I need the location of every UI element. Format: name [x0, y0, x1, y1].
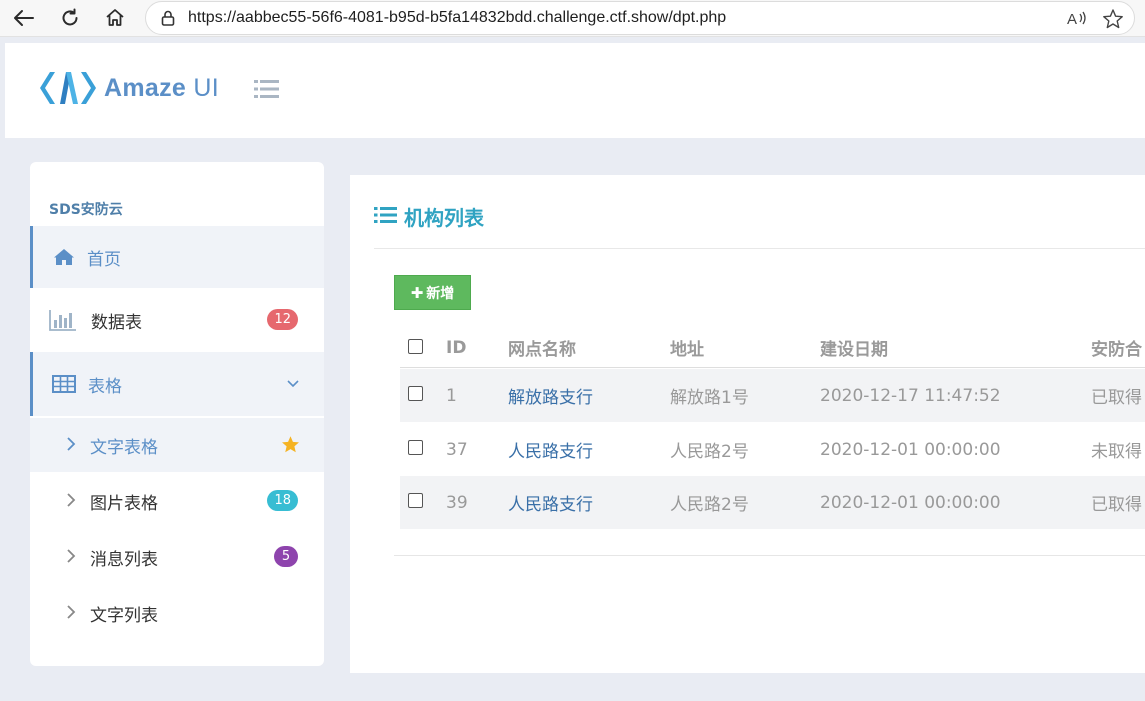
data-table: ID 网点名称 地址 建设日期 安防合 1 解放路支行 解放路1号 2020-1… — [400, 328, 1145, 530]
sidebar-subitem-text-list[interactable]: 文字列表 — [30, 586, 324, 640]
row-checkbox[interactable] — [408, 386, 423, 401]
chevron-right-icon — [66, 548, 76, 569]
read-aloud-icon[interactable]: A — [1066, 9, 1088, 33]
favorite-star-icon[interactable] — [1102, 8, 1124, 34]
sidebar-subitem-message-list[interactable]: 消息列表 5 — [30, 530, 324, 584]
star-icon — [281, 435, 300, 459]
cell-date: 2020-12-01 00:00:00 — [820, 492, 1001, 513]
column-header-date[interactable]: 建设日期 — [820, 335, 888, 360]
refresh-icon[interactable] — [56, 5, 84, 31]
chevron-right-icon — [66, 492, 76, 513]
cell-security: 已取得 — [1091, 388, 1142, 408]
home-icon — [50, 248, 78, 266]
cell-id: 1 — [446, 385, 457, 406]
cell-date: 2020-12-01 00:00:00 — [820, 439, 1001, 460]
browser-toolbar: https://aabbec55-56f6-4081-b95d-b5fa1483… — [0, 0, 1145, 37]
home-icon[interactable] — [101, 5, 129, 31]
cell-name-link[interactable]: 人民路支行 — [508, 490, 593, 515]
divider — [394, 555, 1145, 556]
back-icon[interactable] — [10, 5, 38, 31]
cell-name-link[interactable]: 人民路支行 — [508, 437, 593, 462]
sidebar-item-label: 表格 — [88, 376, 122, 397]
column-header-address[interactable]: 地址 — [670, 335, 704, 360]
svg-text:A: A — [1067, 11, 1077, 28]
list-icon — [374, 205, 398, 229]
column-header-id[interactable]: ID — [446, 338, 466, 358]
table-row: 1 解放路支行 解放路1号 2020-12-17 11:47:52 已取得 — [400, 369, 1145, 422]
amaze-logo-icon — [40, 72, 96, 104]
page-title: 机构列表 — [374, 202, 484, 231]
sidebar-item-data-table[interactable]: 数据表 12 — [30, 288, 324, 352]
cell-address: 人民路2号 — [670, 495, 749, 515]
logo[interactable]: Amaze UI — [40, 70, 219, 106]
table-row: 37 人民路支行 人民路2号 2020-12-01 00:00:00 未取得 — [400, 423, 1145, 476]
add-button-label: 新增 — [426, 285, 455, 302]
sidebar-subitem-label: 文字表格 — [90, 437, 158, 458]
sidebar-item-label: 数据表 — [91, 312, 142, 333]
column-header-name[interactable]: 网点名称 — [508, 335, 576, 360]
cell-security: 已取得 — [1091, 495, 1142, 515]
row-checkbox[interactable] — [408, 493, 423, 508]
sidebar-item-label: 首页 — [87, 249, 121, 270]
plus-icon: ✚ — [410, 283, 424, 302]
cell-date: 2020-12-17 11:47:52 — [820, 385, 1001, 406]
chevron-down-icon[interactable] — [286, 374, 300, 394]
sidebar-subitem-image-table[interactable]: 图片表格 18 — [30, 474, 324, 528]
main-panel: 机构列表 ✚ 新增 ID 网点名称 地址 建设日期 安防合 1 解放路支行 解放… — [350, 175, 1145, 673]
table-header-row: ID 网点名称 地址 建设日期 安防合 — [400, 328, 1145, 368]
count-badge: 18 — [267, 490, 298, 511]
address-bar[interactable]: https://aabbec55-56f6-4081-b95d-b5fa1483… — [145, 1, 1135, 35]
sidebar-subitem-label: 消息列表 — [90, 549, 158, 570]
row-checkbox[interactable] — [408, 440, 423, 455]
cell-id: 39 — [446, 492, 468, 513]
sidebar-title: SDS安防云 — [49, 202, 123, 218]
app-header: Amaze UI — [5, 43, 1145, 138]
menu-toggle-icon[interactable] — [254, 79, 280, 103]
table-row: 39 人民路支行 人民路2号 2020-12-01 00:00:00 已取得 — [400, 476, 1145, 529]
sidebar-subitem-label: 图片表格 — [90, 493, 158, 514]
cell-name-link[interactable]: 解放路支行 — [508, 383, 593, 408]
cell-address: 人民路2号 — [670, 442, 749, 462]
sidebar-subitem-text-table[interactable]: 文字表格 — [30, 418, 324, 472]
bar-chart-icon — [49, 309, 77, 331]
chevron-right-icon — [66, 604, 76, 625]
sidebar-subitem-label: 文字列表 — [90, 605, 158, 626]
cell-security: 未取得 — [1091, 442, 1142, 462]
table-icon — [50, 375, 78, 393]
chevron-right-icon — [66, 436, 76, 457]
cell-address: 解放路1号 — [670, 388, 749, 408]
column-header-security[interactable]: 安防合 — [1091, 335, 1142, 360]
add-button[interactable]: ✚ 新增 — [394, 275, 471, 310]
logo-text: Amaze UI — [104, 73, 219, 102]
cell-id: 37 — [446, 439, 468, 460]
sidebar-item-tables[interactable]: 表格 — [30, 352, 324, 416]
url-text: https://aabbec55-56f6-4081-b95d-b5fa1483… — [188, 9, 727, 26]
count-badge: 12 — [267, 309, 298, 330]
lock-icon[interactable] — [158, 10, 178, 26]
page-title-text: 机构列表 — [404, 206, 484, 230]
count-badge: 5 — [274, 546, 298, 567]
divider — [374, 248, 1145, 249]
sidebar: SDS安防云 首页 数据表 12 表格 文字表格 图片表格 18 消息列表 5 … — [30, 162, 324, 666]
sidebar-item-home[interactable]: 首页 — [30, 226, 324, 288]
select-all-checkbox[interactable] — [408, 339, 423, 354]
